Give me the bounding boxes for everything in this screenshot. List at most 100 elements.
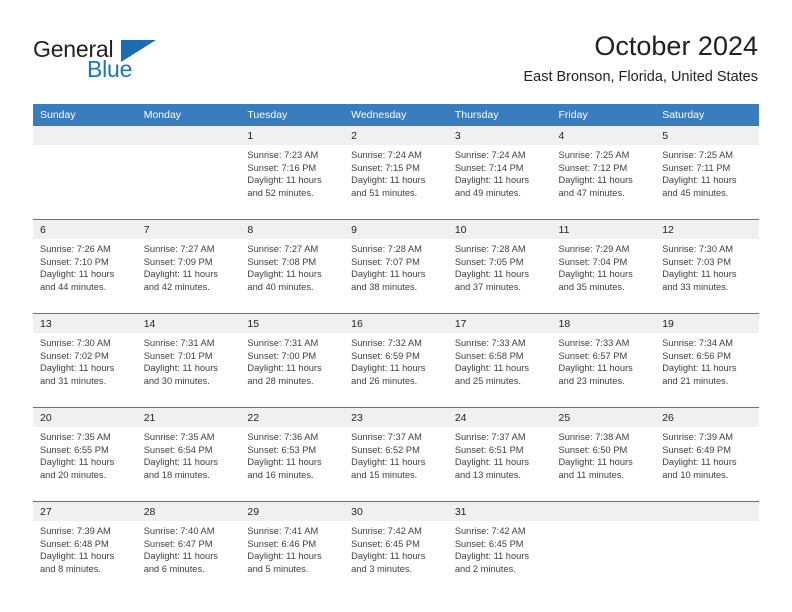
- sunset-text: Sunset: 7:12 PM: [558, 162, 628, 173]
- day-number-cell[interactable]: 26: [655, 408, 759, 427]
- day-detail-cell[interactable]: Sunrise: 7:39 AM Sunset: 6:48 PM Dayligh…: [33, 521, 137, 595]
- sunrise-text: Sunrise: 7:25 AM: [662, 150, 734, 160]
- day-detail-cell[interactable]: Sunrise: 7:39 AM Sunset: 6:49 PM Dayligh…: [655, 427, 759, 501]
- day-number-cell[interactable]: 8: [240, 220, 345, 239]
- daylight-text-line1: Daylight: 11 hours: [143, 457, 218, 468]
- day-detail-cell[interactable]: Sunrise: 7:27 AM Sunset: 7:08 PM Dayligh…: [240, 239, 345, 313]
- day-number-cell[interactable]: [33, 126, 137, 145]
- day-detail-cell[interactable]: Sunrise: 7:42 AM Sunset: 6:45 PM Dayligh…: [447, 521, 552, 595]
- day-detail-cell[interactable]: Sunrise: 7:42 AM Sunset: 6:45 PM Dayligh…: [344, 521, 448, 595]
- day-detail-cell[interactable]: Sunrise: 7:40 AM Sunset: 6:47 PM Dayligh…: [136, 521, 241, 595]
- day-detail-cell[interactable]: Sunrise: 7:29 AM Sunset: 7:04 PM Dayligh…: [551, 239, 656, 313]
- day-number-cell[interactable]: 9: [344, 220, 448, 239]
- day-detail-cell[interactable]: Sunrise: 7:25 AM Sunset: 7:11 PM Dayligh…: [655, 145, 759, 219]
- day-number-cell[interactable]: 3: [447, 126, 552, 145]
- day-detail-cell[interactable]: Sunrise: 7:36 AM Sunset: 6:53 PM Dayligh…: [240, 427, 345, 501]
- week-5-info-row: Sunrise: 7:39 AM Sunset: 6:48 PM Dayligh…: [33, 521, 759, 595]
- day-number-cell[interactable]: 30: [344, 502, 448, 521]
- daylight-text-line1: Daylight: 11 hours: [351, 551, 426, 562]
- day-detail-cell[interactable]: Sunrise: 7:28 AM Sunset: 7:07 PM Dayligh…: [344, 239, 448, 313]
- day-number-cell[interactable]: 23: [344, 408, 448, 427]
- day-number-cell[interactable]: 22: [240, 408, 345, 427]
- day-detail-cell[interactable]: Sunrise: 7:33 AM Sunset: 6:57 PM Dayligh…: [551, 333, 656, 407]
- daylight-text-line2: and 33 minutes.: [662, 281, 729, 292]
- sunrise-text: Sunrise: 7:34 AM: [662, 338, 734, 348]
- calendar-page: General Blue October 2024 East Bronson, …: [0, 0, 792, 612]
- day-detail-cell[interactable]: [136, 145, 241, 219]
- day-number-cell[interactable]: 16: [344, 314, 448, 333]
- day-detail-cell[interactable]: Sunrise: 7:38 AM Sunset: 6:50 PM Dayligh…: [551, 427, 656, 501]
- day-number-cell[interactable]: [136, 126, 241, 145]
- day-detail-cell[interactable]: [33, 145, 137, 219]
- sunrise-text: Sunrise: 7:35 AM: [143, 432, 215, 442]
- day-detail-cell[interactable]: Sunrise: 7:33 AM Sunset: 6:58 PM Dayligh…: [447, 333, 552, 407]
- day-number-cell[interactable]: 20: [33, 408, 137, 427]
- sunset-text: Sunset: 6:45 PM: [454, 538, 524, 549]
- day-number-cell[interactable]: 21: [136, 408, 241, 427]
- day-detail-cell[interactable]: [551, 521, 656, 595]
- day-detail-cell[interactable]: Sunrise: 7:24 AM Sunset: 7:14 PM Dayligh…: [447, 145, 552, 219]
- day-detail-cell[interactable]: Sunrise: 7:31 AM Sunset: 7:00 PM Dayligh…: [240, 333, 345, 407]
- day-detail-cell[interactable]: Sunrise: 7:37 AM Sunset: 6:51 PM Dayligh…: [447, 427, 552, 501]
- day-number-cell[interactable]: 14: [136, 314, 241, 333]
- day-detail-cell[interactable]: Sunrise: 7:37 AM Sunset: 6:52 PM Dayligh…: [344, 427, 448, 501]
- day-detail-cell[interactable]: Sunrise: 7:30 AM Sunset: 7:02 PM Dayligh…: [33, 333, 137, 407]
- day-number-cell[interactable]: [551, 502, 656, 521]
- daylight-text-line2: and 10 minutes.: [662, 469, 729, 480]
- day-detail-cell[interactable]: Sunrise: 7:35 AM Sunset: 6:55 PM Dayligh…: [33, 427, 137, 501]
- day-number-cell[interactable]: 7: [136, 220, 241, 239]
- day-detail-cell[interactable]: Sunrise: 7:32 AM Sunset: 6:59 PM Dayligh…: [344, 333, 448, 407]
- sunset-text: Sunset: 7:16 PM: [247, 162, 317, 173]
- day-number-cell[interactable]: 6: [33, 220, 137, 239]
- day-detail-cell[interactable]: Sunrise: 7:23 AM Sunset: 7:16 PM Dayligh…: [240, 145, 345, 219]
- day-detail-cell[interactable]: Sunrise: 7:24 AM Sunset: 7:15 PM Dayligh…: [344, 145, 448, 219]
- day-detail-cell[interactable]: Sunrise: 7:34 AM Sunset: 6:56 PM Dayligh…: [655, 333, 759, 407]
- day-number-cell[interactable]: 10: [447, 220, 552, 239]
- daylight-text-line1: Daylight: 11 hours: [662, 175, 737, 186]
- daylight-text-line2: and 49 minutes.: [454, 187, 521, 198]
- sunset-text: Sunset: 6:54 PM: [143, 444, 213, 455]
- day-number-cell[interactable]: 15: [240, 314, 345, 333]
- day-number-cell[interactable]: 27: [33, 502, 137, 521]
- day-number-cell[interactable]: 29: [240, 502, 345, 521]
- day-detail-cell[interactable]: Sunrise: 7:28 AM Sunset: 7:05 PM Dayligh…: [447, 239, 552, 313]
- day-detail-cell[interactable]: Sunrise: 7:25 AM Sunset: 7:12 PM Dayligh…: [551, 145, 656, 219]
- sunrise-text: Sunrise: 7:39 AM: [40, 526, 111, 536]
- daylight-text-line1: Daylight: 11 hours: [247, 363, 322, 374]
- day-detail-cell[interactable]: Sunrise: 7:35 AM Sunset: 6:54 PM Dayligh…: [136, 427, 241, 501]
- day-number-cell[interactable]: 17: [447, 314, 552, 333]
- sunrise-text: Sunrise: 7:39 AM: [662, 432, 734, 442]
- day-number-cell[interactable]: 25: [551, 408, 656, 427]
- daylight-text-line1: Daylight: 11 hours: [40, 363, 115, 374]
- day-number-cell[interactable]: 19: [655, 314, 759, 333]
- day-number-cell[interactable]: 4: [551, 126, 656, 145]
- general-blue-logo[interactable]: General Blue: [33, 36, 213, 86]
- day-detail-cell[interactable]: Sunrise: 7:31 AM Sunset: 7:01 PM Dayligh…: [136, 333, 241, 407]
- sunrise-text: Sunrise: 7:31 AM: [143, 338, 215, 348]
- daylight-text-line2: and 5 minutes.: [247, 563, 309, 574]
- column-header-tuesday: Tuesday: [240, 104, 345, 126]
- sunset-text: Sunset: 6:53 PM: [247, 444, 317, 455]
- day-number-cell[interactable]: 13: [33, 314, 137, 333]
- day-number-cell[interactable]: 18: [551, 314, 656, 333]
- day-number-cell[interactable]: 2: [344, 126, 448, 145]
- day-detail-cell[interactable]: [655, 521, 759, 595]
- daylight-text-line1: Daylight: 11 hours: [143, 363, 218, 374]
- week-1-info-row: Sunrise: 7:23 AM Sunset: 7:16 PM Dayligh…: [33, 145, 759, 219]
- day-number-cell[interactable]: 12: [655, 220, 759, 239]
- day-detail-cell[interactable]: Sunrise: 7:30 AM Sunset: 7:03 PM Dayligh…: [655, 239, 759, 313]
- day-number-cell[interactable]: 24: [447, 408, 552, 427]
- day-detail-cell[interactable]: Sunrise: 7:27 AM Sunset: 7:09 PM Dayligh…: [136, 239, 241, 313]
- day-number-cell[interactable]: [655, 502, 759, 521]
- daylight-text-line2: and 31 minutes.: [40, 375, 107, 386]
- daylight-text-line2: and 13 minutes.: [454, 469, 521, 480]
- day-number-cell[interactable]: 1: [240, 126, 345, 145]
- day-number-cell[interactable]: 11: [551, 220, 656, 239]
- day-detail-cell[interactable]: Sunrise: 7:41 AM Sunset: 6:46 PM Dayligh…: [240, 521, 345, 595]
- column-header-thursday: Thursday: [447, 104, 552, 126]
- week-3-daynumber-row: 13 14 15 16 17 18 19: [33, 314, 759, 333]
- day-number-cell[interactable]: 31: [447, 502, 552, 521]
- day-number-cell[interactable]: 5: [655, 126, 759, 145]
- day-number-cell[interactable]: 28: [136, 502, 241, 521]
- day-detail-cell[interactable]: Sunrise: 7:26 AM Sunset: 7:10 PM Dayligh…: [33, 239, 137, 313]
